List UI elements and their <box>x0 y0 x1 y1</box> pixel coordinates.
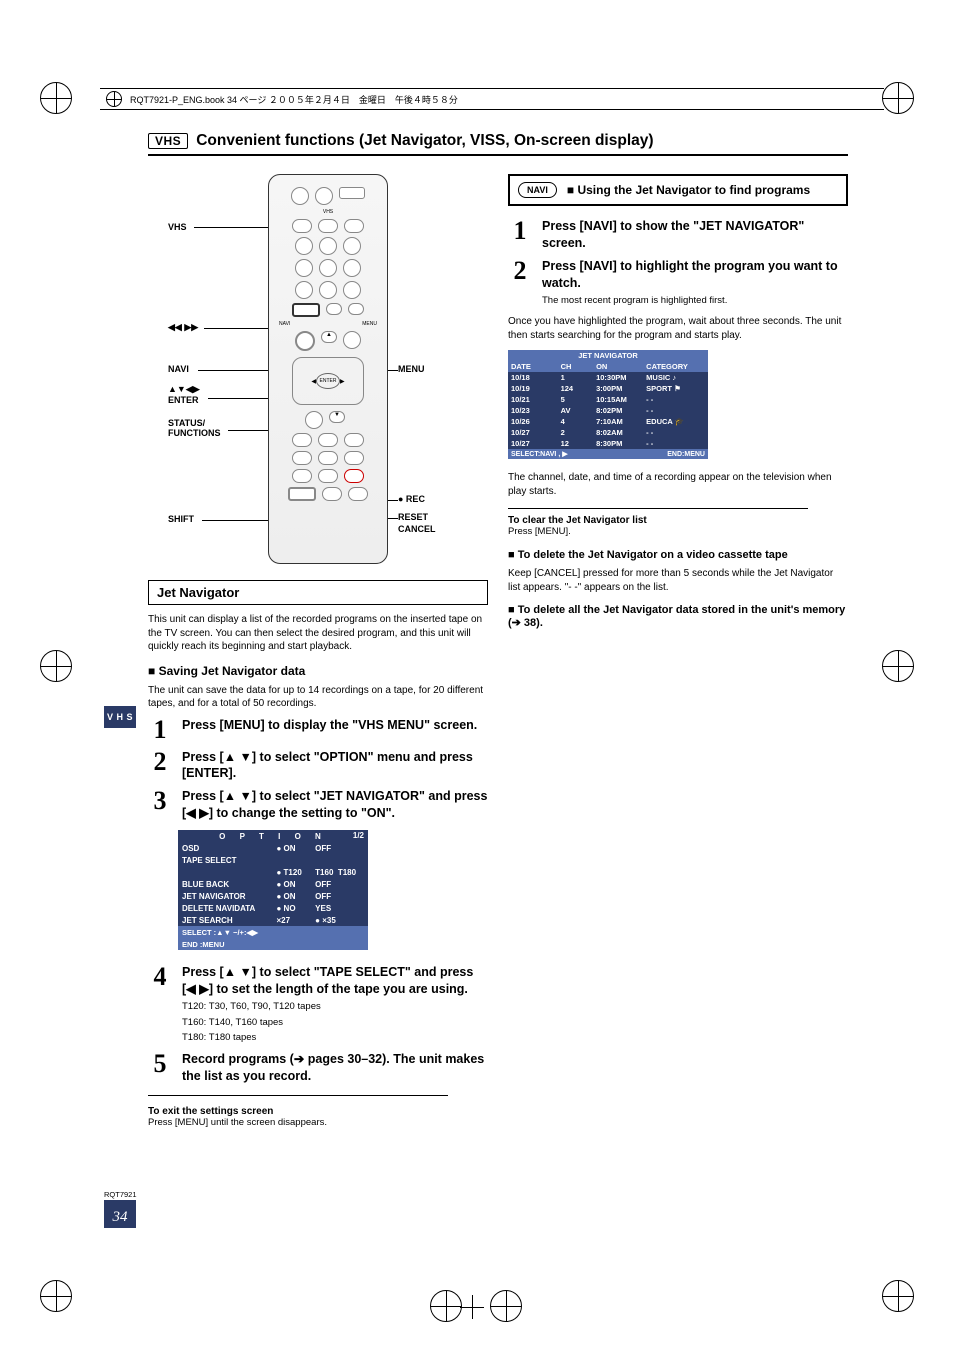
registration-target <box>882 1280 914 1312</box>
section-jet-navigator: Jet Navigator <box>148 580 488 605</box>
step-3: 3 Press [▲ ▼] to select "JET NAVIGATOR" … <box>148 788 488 822</box>
right-step-2: 2 Press [NAVI] to highlight the program … <box>508 258 848 308</box>
page-number: 34 <box>104 1200 136 1228</box>
step-num: 1 <box>508 218 532 252</box>
after-table-text: The channel, date, and time of a recordi… <box>508 471 848 498</box>
remote-label-reset: RESET <box>398 512 428 522</box>
page-title: Convenient functions (Jet Navigator, VIS… <box>196 132 653 150</box>
print-header: RQT7921-P_ENG.book 34 ページ ２００５年２月４日 金曜日 … <box>100 88 884 110</box>
step-num: 2 <box>508 258 532 308</box>
delete-all-head: To delete all the Jet Navigator data sto… <box>508 604 848 629</box>
step-body: Record programs (➔ pages 30–32). The uni… <box>182 1051 488 1085</box>
step-1: 1 Press [MENU] to display the "VHS MENU"… <box>148 717 488 743</box>
remote-label-arrows-enter: ▲▼◀▶ ENTER <box>168 384 200 405</box>
step-4: 4 Press [▲ ▼] to select "TAPE SELECT" an… <box>148 964 488 1045</box>
clear-head: To clear the Jet Navigator list <box>508 515 848 526</box>
vhs-side-tab: V H S <box>104 706 136 728</box>
exit-label: To exit the settings screen <box>148 1106 327 1117</box>
delete-tape-head: To delete the Jet Navigator on a video c… <box>508 549 848 561</box>
step-num: 1 <box>148 717 172 743</box>
right-step-1: 1 Press [NAVI] to show the "JET NAVIGATO… <box>508 218 848 252</box>
step-num: 4 <box>148 964 172 1045</box>
divider <box>508 508 808 509</box>
globe-icon <box>106 91 122 107</box>
step-body: Press [▲ ▼] to select "OPTION" menu and … <box>182 749 488 783</box>
using-navi-head-box: NAVI Using the Jet Navigator to find pro… <box>508 174 848 206</box>
step-body: Press [NAVI] to highlight the program yo… <box>542 258 848 308</box>
print-header-text: RQT7921-P_ENG.book 34 ページ ２００５年２月４日 金曜日 … <box>130 93 458 106</box>
remote-label-status-functions: STATUS/ FUNCTIONS <box>168 418 221 438</box>
option-osd-table: O P T I O N 1/2 OSD● ONOFF TAPE SELECT ●… <box>178 830 368 950</box>
remote-diagram: VHS ◀◀ ▶▶ NAVI ▲▼◀▶ ENTER STATUS/ FUNCTI… <box>148 174 488 564</box>
step-body: Press [▲ ▼] to select "TAPE SELECT" and … <box>182 964 488 1045</box>
using-navi-head: Using the Jet Navigator to find programs <box>567 183 810 197</box>
option-title: O P T I O N <box>219 832 327 841</box>
jet-navigator-intro: This unit can display a list of the reco… <box>148 613 488 654</box>
step-body: Press [▲ ▼] to select "JET NAVIGATOR" an… <box>182 788 488 822</box>
remote-label-rec: ● REC <box>398 494 425 504</box>
registration-target <box>40 82 72 114</box>
remote-label-menu: MENU <box>398 364 425 374</box>
step-num: 2 <box>148 749 172 783</box>
step-2: 2 Press [▲ ▼] to select "OPTION" menu an… <box>148 749 488 783</box>
page: RQT7921-P_ENG.book 34 ページ ２００５年２月４日 金曜日 … <box>0 0 954 1351</box>
step-body: Press [MENU] to display the "VHS MENU" s… <box>182 717 488 743</box>
registration-target <box>882 650 914 682</box>
registration-target <box>40 1280 72 1312</box>
divider <box>148 1095 448 1096</box>
crop-mark <box>460 1295 484 1319</box>
remote-label-cancel: CANCEL <box>398 524 436 534</box>
clear-text: Press [MENU]. <box>508 526 848 539</box>
navi-pill: NAVI <box>518 182 557 198</box>
remote-label-skip: ◀◀ ▶▶ <box>168 322 198 333</box>
remote-label-shift: SHIFT <box>168 514 194 524</box>
exit-block: To exit the settings screen Press [MENU]… <box>148 1106 488 1130</box>
registration-target <box>40 650 72 682</box>
rqt-code: RQT7921 <box>104 1190 137 1199</box>
registration-target <box>430 1290 462 1322</box>
after-steps-text: Once you have highlighted the program, w… <box>508 315 848 342</box>
registration-target <box>490 1290 522 1322</box>
saving-head: Saving Jet Navigator data <box>148 664 488 678</box>
left-column: VHS ◀◀ ▶▶ NAVI ▲▼◀▶ ENTER STATUS/ FUNCTI… <box>148 174 488 1130</box>
remote-label-navi: NAVI <box>168 364 189 374</box>
right-column: NAVI Using the Jet Navigator to find pro… <box>508 174 848 1130</box>
step-num: 5 <box>148 1051 172 1085</box>
jet-navigator-osd-table: JET NAVIGATOR DATE CH ON CATEGORY 10/181… <box>508 350 708 459</box>
delete-tape-text: Keep [CANCEL] pressed for more than 5 se… <box>508 567 848 594</box>
option-page-ind: 1/2 <box>353 831 364 840</box>
remote-body: VHS NAVIMENU ▲ ◀ENTER▶ ▼ <box>268 174 388 564</box>
remote-label-vhs: VHS <box>168 222 187 232</box>
step-5: 5 Record programs (➔ pages 30–32). The u… <box>148 1051 488 1085</box>
step-body: Press [NAVI] to show the "JET NAVIGATOR"… <box>542 218 848 252</box>
vhs-tag: VHS <box>148 133 188 149</box>
saving-text: The unit can save the data for up to 14 … <box>148 684 488 711</box>
step-num: 3 <box>148 788 172 822</box>
registration-target <box>882 82 914 114</box>
page-title-row: VHS Convenient functions (Jet Navigator,… <box>148 132 848 156</box>
exit-text: Press [MENU] until the screen disappears… <box>148 1117 327 1130</box>
